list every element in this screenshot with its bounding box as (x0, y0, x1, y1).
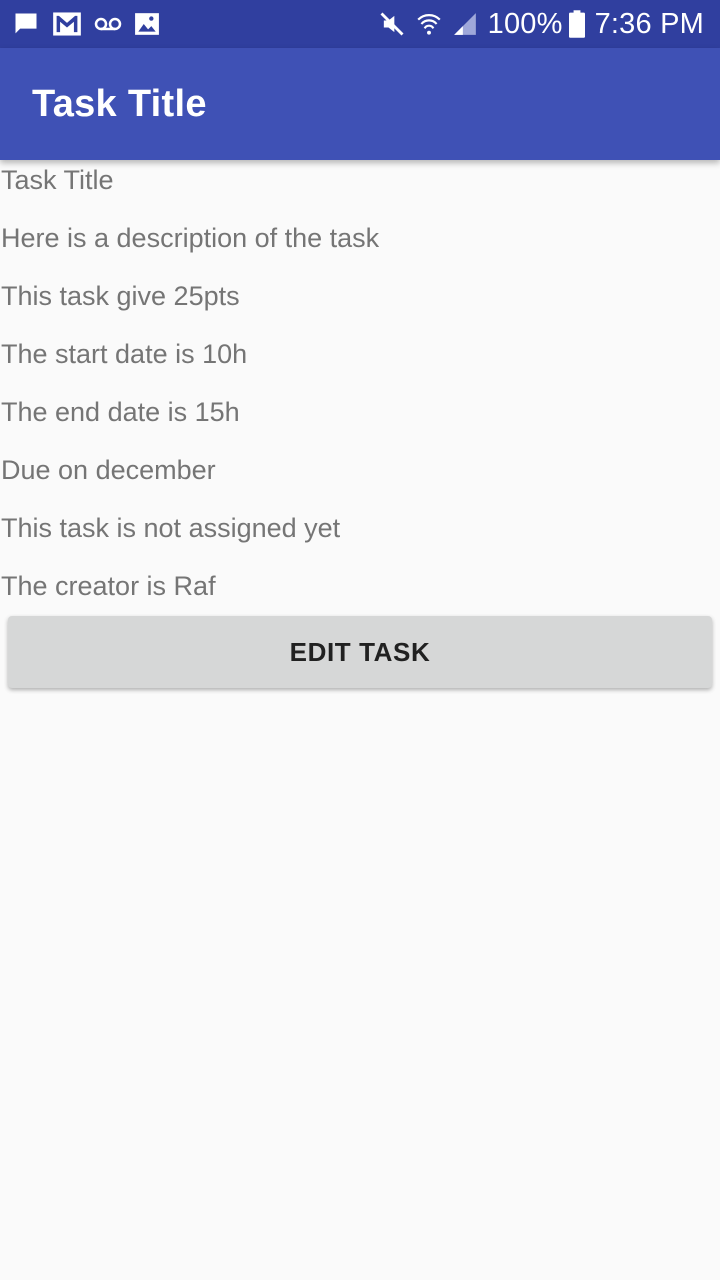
task-assignment: This task is not assigned yet (1, 513, 341, 543)
edit-task-button[interactable]: EDIT TASK (8, 616, 712, 688)
wifi-icon (416, 10, 442, 38)
signal-icon (452, 11, 478, 37)
voicemail-icon (94, 15, 122, 33)
notification-icons (12, 10, 172, 38)
task-start-date: The start date is 10h (1, 339, 248, 369)
mute-icon (378, 10, 406, 38)
battery-percentage: 100% (487, 7, 563, 40)
status-bar: 100% 7:36 PM (0, 0, 720, 48)
gmail-icon (52, 11, 82, 37)
system-status: 100% 7:36 PM (368, 8, 704, 41)
task-end-date: The end date is 15h (1, 397, 240, 427)
task-details: Task Title Here is a description of the … (0, 160, 720, 624)
app-bar-title: Task Title (32, 82, 207, 125)
task-title: Task Title (1, 165, 114, 195)
chat-icon (12, 10, 40, 38)
app-bar: Task Title (0, 48, 720, 160)
battery-icon (568, 10, 585, 38)
image-icon (134, 12, 160, 36)
task-points: This task give 25pts (1, 281, 240, 311)
task-due: Due on december (1, 455, 216, 485)
clock: 7:36 PM (594, 7, 704, 40)
task-description: Here is a description of the task (1, 223, 380, 253)
